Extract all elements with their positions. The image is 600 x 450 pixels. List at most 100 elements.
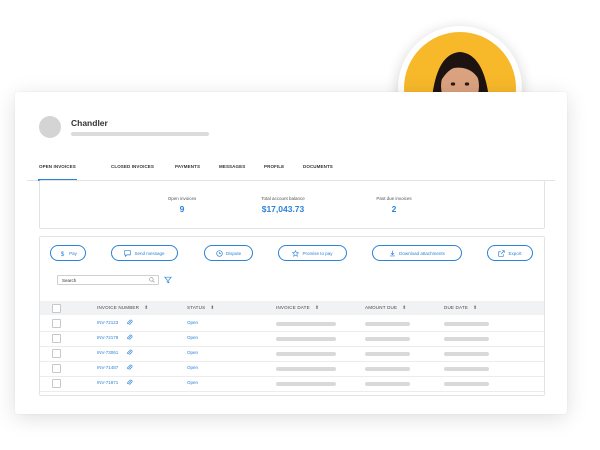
invoice-number-link[interactable]: INV-72123 <box>97 320 118 325</box>
due-date-placeholder <box>444 352 489 356</box>
invoice-date-placeholder <box>276 382 336 386</box>
invoice-date-placeholder <box>276 367 336 371</box>
row-checkbox[interactable] <box>52 364 61 373</box>
table-row[interactable]: INV-72178 Open <box>40 331 544 347</box>
filter-icon[interactable] <box>164 276 172 284</box>
header-label: INVOICE NUMBER <box>97 305 140 311</box>
user-subtitle-placeholder <box>71 132 209 136</box>
search-input-value: Search <box>62 278 77 283</box>
header-invoice-number[interactable]: INVOICE NUMBER ⬍ <box>97 305 148 311</box>
status-link[interactable]: Open <box>187 380 198 385</box>
row-checkbox[interactable] <box>52 334 61 343</box>
dollar-icon: $ <box>61 250 65 256</box>
search-input[interactable]: Search <box>57 275 159 285</box>
promise-to-pay-label: Promise to pay <box>302 250 333 256</box>
header-label: AMOUNT DUE <box>365 305 398 311</box>
profile-header: Chandler <box>27 104 555 168</box>
status-link[interactable]: Open <box>187 335 198 340</box>
tab-documents[interactable]: DOCUMENTS <box>303 164 333 169</box>
tab-open-invoices[interactable]: OPEN INVOICES <box>38 164 77 181</box>
header-status[interactable]: STATUS ⬍ <box>187 305 215 311</box>
pay-button[interactable]: $ Pay <box>50 245 86 261</box>
tab-closed-invoices[interactable]: CLOSED INVOICES <box>111 164 154 169</box>
stat-value: 9 <box>179 204 185 214</box>
dispute-button[interactable]: Dispute <box>204 245 253 261</box>
promise-to-pay-button[interactable]: Promise to pay <box>278 245 347 261</box>
sort-icon: ⬍ <box>210 305 215 311</box>
due-date-placeholder <box>444 322 489 326</box>
header-label: INVOICE DATE <box>276 305 310 311</box>
download-icon <box>390 250 396 256</box>
export-button[interactable]: Export <box>487 245 533 261</box>
due-date-placeholder <box>444 337 489 341</box>
paperclip-icon[interactable] <box>126 364 133 371</box>
invoice-date-placeholder <box>276 352 336 356</box>
header-invoice-date[interactable]: INVOICE DATE ⬍ <box>276 305 319 311</box>
message-icon <box>124 249 132 257</box>
star-icon <box>292 249 300 257</box>
svg-text:$: $ <box>61 250 65 256</box>
row-checkbox[interactable] <box>52 319 61 328</box>
table-row[interactable]: INV-71871 Open <box>40 376 544 392</box>
portal-inner: Chandler OPEN INVOICES CLOSED INVOICES P… <box>27 104 555 404</box>
send-message-button[interactable]: Send message <box>111 245 178 261</box>
download-attachments-label: Download attachments <box>399 250 445 256</box>
header-label: DUE DATE <box>444 305 469 311</box>
table-row[interactable]: INV-72123 Open <box>40 316 544 332</box>
sort-icon: ⬍ <box>402 305 407 311</box>
header-label: STATUS <box>187 305 206 311</box>
sort-icon: ⬍ <box>144 305 149 311</box>
invoices-panel: $ Pay Send message Dispute Promise to pa… <box>39 236 545 396</box>
dispute-label: Dispute <box>225 250 242 256</box>
invoice-number-link[interactable]: INV-71487 <box>97 365 118 370</box>
status-link[interactable]: Open <box>187 350 198 355</box>
tab-messages[interactable]: MESSAGES <box>219 164 245 169</box>
clock-icon <box>216 249 223 257</box>
stat-open-invoices: Open invoices 9 <box>142 196 222 214</box>
due-date-placeholder <box>444 382 489 386</box>
invoice-date-placeholder <box>276 337 336 341</box>
status-link[interactable]: Open <box>187 365 198 370</box>
send-message-label: Send message <box>134 250 165 256</box>
amount-due-placeholder <box>365 382 410 386</box>
search-icon <box>149 277 155 283</box>
stat-label: Total account balance <box>261 196 305 201</box>
status-link[interactable]: Open <box>187 320 198 325</box>
invoice-number-link[interactable]: INV-72178 <box>97 335 118 340</box>
paperclip-icon[interactable] <box>126 334 133 341</box>
header-due-date[interactable]: DUE DATE ⬍ <box>444 305 477 311</box>
tab-bar: OPEN INVOICES CLOSED INVOICES PAYMENTS M… <box>27 164 555 181</box>
table-row[interactable]: INV-73061 Open <box>40 346 544 362</box>
stat-total-balance: Total account balance $17,043.73 <box>243 196 323 214</box>
export-label: Export <box>508 250 522 256</box>
table-header: INVOICE NUMBER ⬍ STATUS ⬍ INVOICE DATE ⬍ AM… <box>40 301 544 315</box>
row-checkbox[interactable] <box>52 379 61 388</box>
tab-payments[interactable]: PAYMENTS <box>175 164 200 169</box>
table-row[interactable]: INV-71487 Open <box>40 361 544 377</box>
pay-label: Pay <box>69 250 77 256</box>
stat-label: Past due invoices <box>376 196 412 201</box>
download-attachments-button[interactable]: Download attachments <box>372 245 462 261</box>
header-amount-due[interactable]: AMOUNT DUE ⬍ <box>365 305 407 311</box>
avatar <box>39 116 61 138</box>
select-all-checkbox[interactable] <box>52 304 61 313</box>
export-icon <box>498 249 506 257</box>
due-date-placeholder <box>444 367 489 371</box>
account-summary: Open invoices 9 Total account balance $1… <box>39 180 545 229</box>
invoice-number-link[interactable]: INV-73061 <box>97 350 118 355</box>
paperclip-icon[interactable] <box>126 379 133 386</box>
customer-portal-card: Chandler OPEN INVOICES CLOSED INVOICES P… <box>15 92 567 414</box>
stat-label: Open invoices <box>167 196 197 201</box>
stat-value: $17,043.73 <box>261 204 305 214</box>
invoice-date-placeholder <box>276 322 336 326</box>
stat-past-due: Past due invoices 2 <box>354 196 434 214</box>
tab-profile[interactable]: PROFILE <box>264 164 284 169</box>
stat-value: 2 <box>391 204 397 214</box>
invoice-number-link[interactable]: INV-71871 <box>97 380 118 385</box>
paperclip-icon[interactable] <box>126 349 133 356</box>
row-checkbox[interactable] <box>52 349 61 358</box>
user-name: Chandler <box>71 118 108 128</box>
amount-due-placeholder <box>365 337 410 341</box>
paperclip-icon[interactable] <box>126 319 133 326</box>
amount-due-placeholder <box>365 352 410 356</box>
